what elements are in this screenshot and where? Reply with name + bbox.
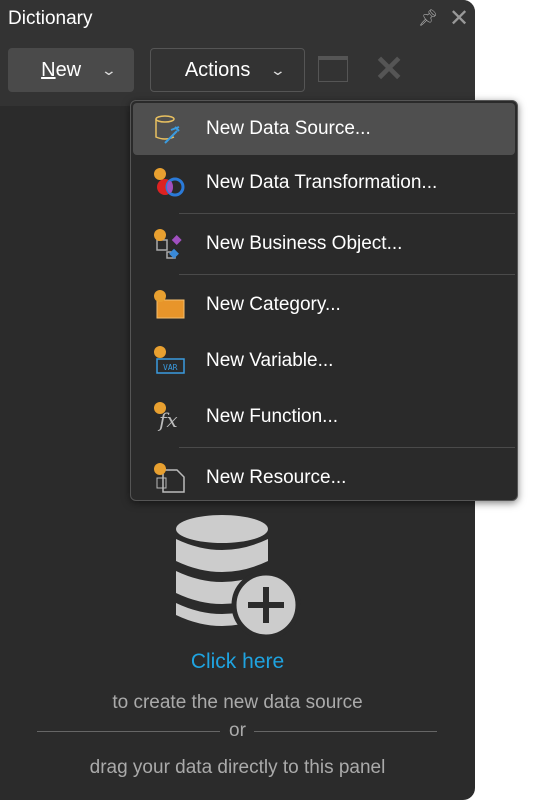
panel-header: Dictionary 📌︎ ✕ New ⌄ Actions ⌄ ✕	[0, 0, 475, 106]
menu-item-label: New Data Transformation...	[206, 172, 438, 193]
chevron-down-icon: ⌄	[100, 61, 118, 78]
menu-item-new-variable[interactable]: VAR New Variable...	[133, 333, 515, 389]
pin-icon[interactable]: 📌︎	[418, 8, 438, 28]
menu-item-new-category[interactable]: New Category...	[133, 277, 515, 333]
menu-item-new-function[interactable]: fx New Function...	[133, 389, 515, 445]
actions-button[interactable]: Actions ⌄	[150, 48, 305, 92]
drag-hint: drag your data directly to this panel	[89, 757, 386, 778]
new-dropdown-menu: New Data Source... New Data Transformati…	[130, 100, 518, 501]
menu-item-label: New Data Source...	[206, 118, 371, 139]
variable-icon: VAR	[154, 346, 185, 374]
menu-item-label: New Function...	[206, 406, 338, 427]
new-button[interactable]: New ⌄	[8, 48, 134, 92]
data-source-icon	[155, 115, 180, 144]
function-icon: fx	[154, 402, 178, 432]
resource-icon	[154, 463, 185, 493]
panel-title: Dictionary	[8, 8, 93, 29]
menu-item-label: New Resource...	[206, 467, 347, 488]
actions-button-label: Actions	[184, 58, 251, 81]
new-button-label: New	[41, 58, 82, 81]
click-here-link[interactable]: Click here	[0, 650, 475, 674]
menu-item-label: New Variable...	[206, 350, 334, 371]
divider	[254, 731, 437, 732]
create-hint: to create the new data source	[112, 692, 363, 713]
menu-item-new-resource[interactable]: New Resource...	[133, 450, 515, 506]
menu-item-label: New Category...	[206, 294, 341, 315]
menu-separator	[179, 274, 515, 275]
menu-separator	[179, 447, 515, 448]
menu-separator	[179, 213, 515, 214]
category-folder-icon	[154, 290, 185, 319]
svg-text:VAR: VAR	[163, 363, 178, 372]
menu-item-new-business-object[interactable]: New Business Object...	[133, 216, 515, 272]
edit-icon[interactable]	[318, 56, 348, 82]
menu-item-label: New Business Object...	[206, 233, 403, 254]
menu-item-new-data-source[interactable]: New Data Source...	[133, 103, 515, 155]
database-add-icon	[176, 515, 301, 637]
business-object-icon	[154, 229, 182, 259]
chevron-down-icon: ⌄	[270, 61, 287, 78]
close-icon[interactable]: ✕	[449, 4, 469, 33]
delete-icon[interactable]: ✕	[374, 48, 404, 90]
menu-item-new-data-transformation[interactable]: New Data Transformation...	[133, 155, 515, 211]
data-transformation-icon	[154, 168, 185, 197]
